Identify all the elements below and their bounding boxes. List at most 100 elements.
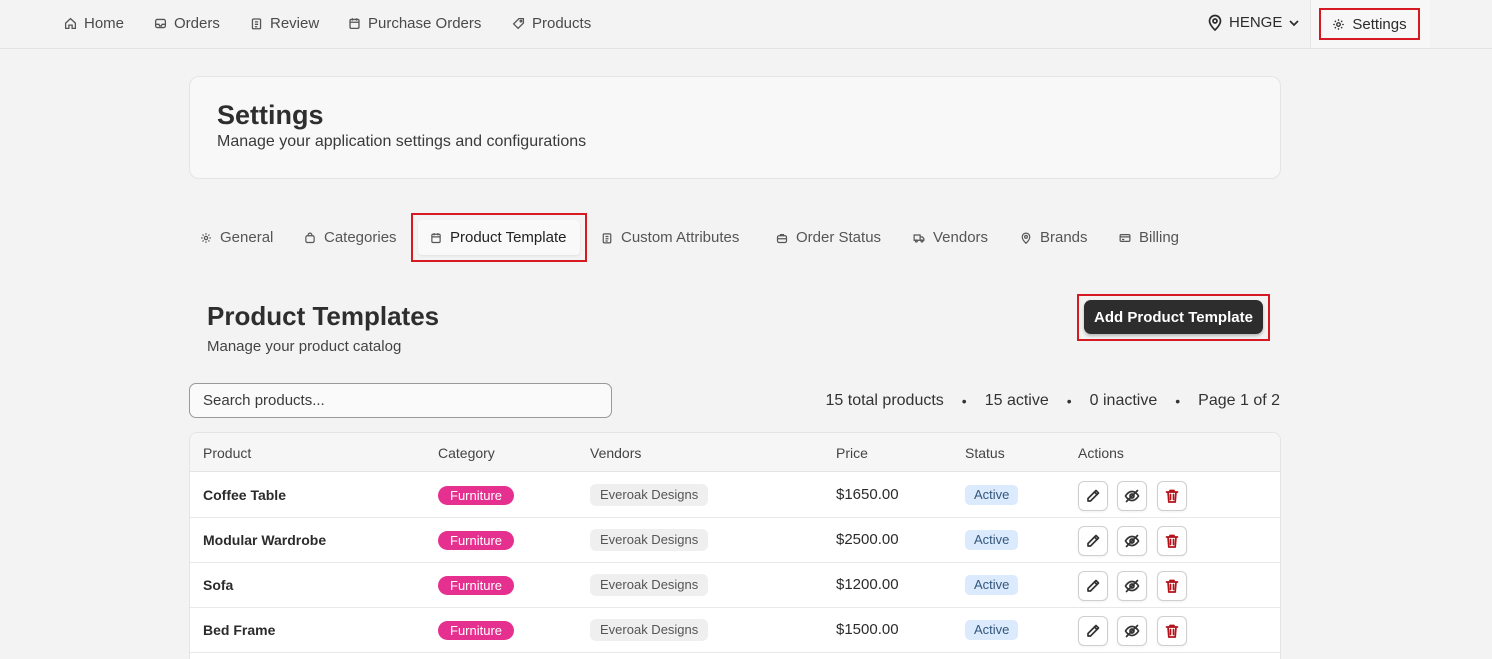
tab-general[interactable]: General [200, 229, 273, 246]
column-header-price: Price [836, 445, 868, 461]
nav-products-label: Products [532, 15, 592, 32]
active-products-count: 15 active [984, 392, 1049, 409]
edit-button[interactable] [1078, 571, 1108, 601]
search-input[interactable] [189, 383, 612, 418]
page-title: Settings [217, 100, 324, 130]
table-row: Modular Wardrobe Furniture Everoak Desig… [190, 518, 1280, 563]
delete-button[interactable] [1157, 571, 1187, 601]
map-pin-icon [1208, 14, 1222, 31]
category-badge: Furniture [438, 576, 515, 595]
nav-products[interactable]: Products [512, 15, 591, 32]
tab-custom-attributes-label: Custom Attributes [621, 229, 740, 246]
pencil-icon [1087, 489, 1100, 502]
settings-header-card: Settings Manage your application setting… [189, 76, 1281, 179]
column-header-product: Product [203, 445, 252, 461]
tab-product-template[interactable]: Product Template [430, 229, 566, 246]
briefcase-icon [776, 233, 788, 243]
toggle-visibility-button[interactable] [1117, 481, 1147, 511]
tab-brands[interactable]: Brands [1020, 229, 1088, 246]
add-product-template-button[interactable]: Add Product Template [1084, 300, 1263, 334]
eye-off-icon [1124, 579, 1140, 593]
vendor-badge: Everoak Designs [590, 484, 709, 506]
column-header-actions: Actions [1078, 445, 1124, 461]
delete-button[interactable] [1157, 616, 1187, 646]
tab-vendors-label: Vendors [933, 229, 989, 246]
toggle-visibility-button[interactable] [1117, 571, 1147, 601]
inbox-icon [154, 18, 167, 29]
category-badge: Furniture [438, 486, 515, 505]
chevron-down-icon [1289, 19, 1299, 26]
category-badge: Furniture [438, 531, 515, 550]
stats-separator: • [1066, 393, 1072, 409]
delete-button[interactable] [1157, 526, 1187, 556]
vendor-badge: Everoak Designs [590, 619, 709, 641]
tab-vendors[interactable]: Vendors [913, 229, 988, 246]
clipboard-icon [602, 232, 612, 243]
eye-off-icon [1124, 489, 1140, 503]
nav-purchase-orders-label: Purchase Orders [368, 15, 482, 32]
eye-off-icon [1124, 624, 1140, 638]
tab-order-status-label: Order Status [796, 229, 882, 246]
stats-separator: • [1175, 393, 1181, 409]
calendar-icon [431, 232, 441, 243]
table-row: Bed Frame Furniture Everoak Designs $150… [190, 608, 1280, 653]
nav-home-label: Home [84, 15, 125, 32]
table-row: Sofa Furniture Everoak Designs $1200.00 … [190, 563, 1280, 608]
map-pin-icon [1021, 232, 1031, 244]
edit-button[interactable] [1078, 481, 1108, 511]
tab-general-label: General [220, 229, 274, 246]
pencil-icon [1087, 579, 1100, 592]
trash-icon [1165, 624, 1179, 638]
tab-billing[interactable]: Billing [1119, 229, 1179, 246]
nav-orders[interactable]: Orders [154, 15, 220, 32]
page-subtitle: Manage your application settings and con… [217, 133, 587, 150]
edit-button[interactable] [1078, 616, 1108, 646]
home-icon [64, 17, 77, 30]
nav-settings[interactable]: Settings [1319, 8, 1420, 40]
nav-orders-label: Orders [174, 15, 220, 32]
product-name: Bed Frame [203, 622, 276, 638]
location-selector[interactable]: HENGE [1207, 14, 1300, 31]
nav-settings-label: Settings [1352, 15, 1407, 33]
nav-home[interactable]: Home [64, 15, 124, 32]
product-stats: 15 total products • 15 active • 0 inacti… [826, 392, 1281, 410]
vendor-badge: Everoak Designs [590, 529, 709, 551]
status-badge: Active [965, 530, 1019, 550]
table-row: Coffee Table Furniture Everoak Designs $… [190, 473, 1280, 518]
tag-icon [512, 17, 525, 30]
gear-icon [1333, 18, 1345, 30]
tab-order-status[interactable]: Order Status [776, 229, 881, 246]
toggle-visibility-button[interactable] [1117, 616, 1147, 646]
product-name: Modular Wardrobe [203, 532, 327, 548]
top-navigation: Home Orders Review Purchase Orders Produ… [0, 0, 1492, 49]
products-table: Product Category Vendors Price Status Ac… [189, 432, 1281, 659]
status-badge: Active [965, 575, 1019, 595]
total-products-count: 15 total products [825, 392, 944, 409]
credit-card-icon [1119, 233, 1131, 242]
category-badge: Furniture [438, 621, 515, 640]
toggle-visibility-button[interactable] [1117, 526, 1147, 556]
edit-button[interactable] [1078, 526, 1108, 556]
section-title: Product Templates [207, 301, 440, 331]
status-badge: Active [965, 485, 1019, 505]
tab-brands-label: Brands [1040, 229, 1088, 246]
delete-button[interactable] [1157, 481, 1187, 511]
eye-off-icon [1124, 534, 1140, 548]
bag-icon [305, 232, 315, 243]
nav-review[interactable]: Review [250, 15, 319, 32]
product-name: Coffee Table [203, 487, 286, 503]
nav-purchase-orders[interactable]: Purchase Orders [348, 15, 481, 32]
column-header-vendors: Vendors [590, 445, 642, 461]
tab-custom-attributes[interactable]: Custom Attributes [601, 229, 739, 246]
location-label: HENGE [1229, 14, 1283, 31]
column-header-status: Status [965, 445, 1005, 461]
status-badge: Active [965, 620, 1019, 640]
tab-billing-label: Billing [1139, 229, 1180, 246]
inactive-products-count: 0 inactive [1089, 392, 1158, 409]
vendor-badge: Everoak Designs [590, 574, 709, 596]
truck-icon [913, 233, 925, 243]
page-indicator: Page 1 of 2 [1198, 392, 1280, 409]
stats-separator: • [961, 393, 967, 409]
tab-categories[interactable]: Categories [304, 229, 397, 246]
trash-icon [1165, 579, 1179, 593]
